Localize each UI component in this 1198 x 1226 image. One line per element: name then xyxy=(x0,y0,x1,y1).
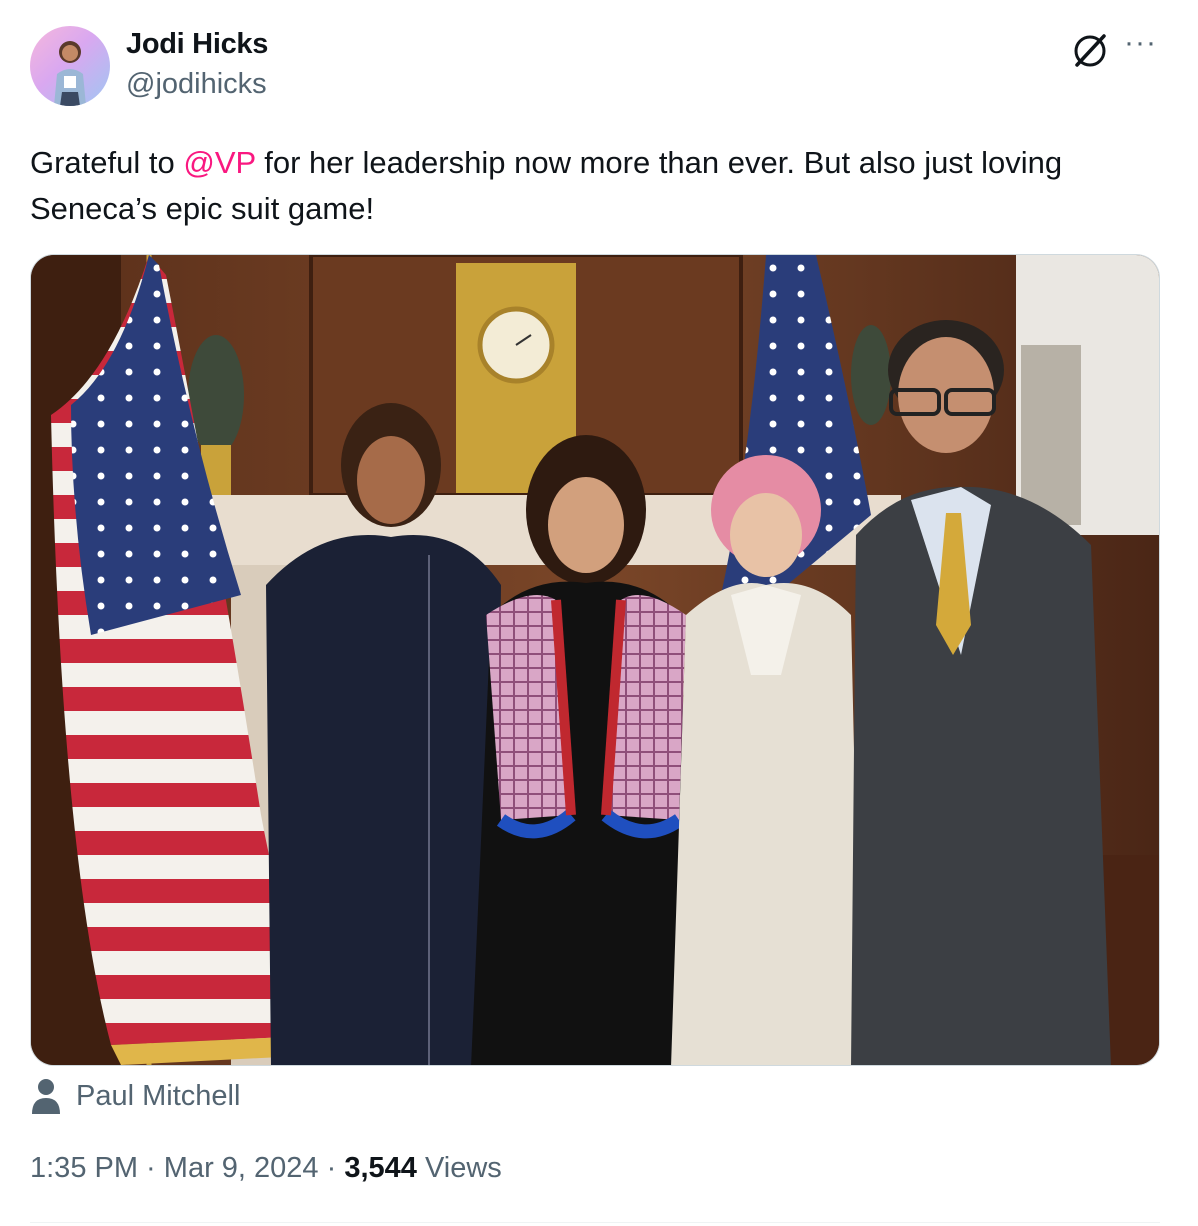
tweet-date[interactable]: Mar 9, 2024 xyxy=(164,1152,319,1184)
tweet-photo[interactable] xyxy=(30,254,1160,1066)
meta-separator: · xyxy=(318,1152,345,1184)
divider xyxy=(30,1222,1160,1223)
avatar-image xyxy=(54,41,86,106)
author-avatar[interactable] xyxy=(30,26,110,106)
photo-image xyxy=(31,255,1159,1065)
meta-separator: · xyxy=(138,1152,164,1184)
tweet-text: Grateful to @VP for her leadership now m… xyxy=(30,140,1150,232)
tweet-text-part-1: Grateful to xyxy=(30,145,184,180)
mention-link[interactable]: @VP xyxy=(183,145,255,180)
author-handle[interactable]: @jodihicks xyxy=(126,68,267,101)
author-name[interactable]: Jodi Hicks xyxy=(126,28,268,61)
grok-icon[interactable] xyxy=(1068,28,1112,72)
views-count: 3,544 xyxy=(344,1152,417,1184)
tagged-people[interactable]: Paul Mitchell xyxy=(30,1074,240,1118)
tweet-meta: 1:35 PM · Mar 9, 2024 · 3,544 Views xyxy=(30,1152,502,1185)
person-icon xyxy=(32,1079,60,1114)
more-options-icon[interactable]: ··· xyxy=(1124,26,1157,60)
views-label: Views xyxy=(416,1152,502,1184)
tagged-person-name: Paul Mitchell xyxy=(76,1079,241,1112)
tweet-time[interactable]: 1:35 PM xyxy=(30,1152,138,1184)
